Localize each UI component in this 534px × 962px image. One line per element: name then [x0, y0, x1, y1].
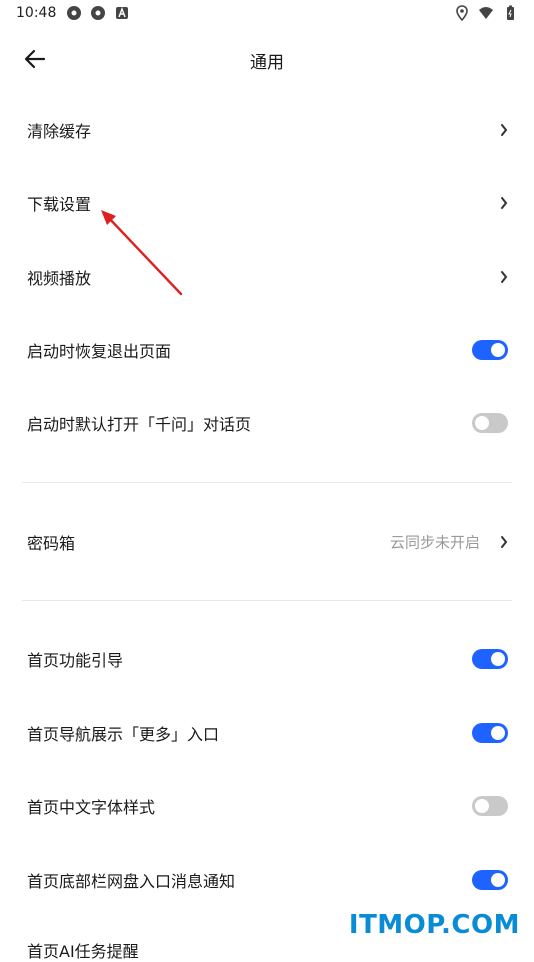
row-label: 首页导航展示「更多」入口	[27, 724, 220, 744]
settings-row-home-feature-guide: 首页功能引导	[0, 622, 534, 695]
row-label: 下载设置	[27, 194, 92, 214]
settings-row-partial-label: 首页AI任务提醒	[27, 942, 139, 961]
page-title: 通用	[250, 53, 284, 73]
toggle-knob	[491, 342, 505, 357]
section-divider	[22, 482, 512, 483]
toggle-switch[interactable]	[472, 722, 508, 743]
toggle-switch[interactable]	[472, 339, 508, 360]
toggle-switch[interactable]	[472, 648, 508, 669]
toggle-switch[interactable]	[472, 412, 508, 433]
toggle-knob	[475, 415, 489, 430]
row-label: 密码箱	[27, 533, 76, 553]
battery-icon	[507, 5, 514, 20]
status-time: 10:48	[16, 5, 57, 21]
settings-row-video-playback[interactable]: 视频播放	[0, 240, 534, 313]
settings-row-cloud-drive-notification: 首页底部栏网盘入口消息通知	[0, 843, 534, 916]
row-label: 视频播放	[27, 268, 92, 288]
toggle-switch[interactable]	[472, 869, 508, 890]
chevron-right-icon	[501, 270, 508, 283]
settings-row-open-qianwen-on-launch: 启动时默认打开「千问」对话页	[0, 386, 534, 459]
row-label: 启动时默认打开「千问」对话页	[27, 414, 252, 434]
settings-row-password-vault[interactable]: 密码箱 云同步未开启	[0, 505, 534, 578]
settings-row-restore-on-launch: 启动时恢复退出页面	[0, 313, 534, 386]
android-status-icon	[91, 6, 105, 20]
status-bar: 10:48	[0, 0, 534, 30]
row-label: 首页功能引导	[27, 650, 124, 670]
status-icons-right	[454, 5, 518, 21]
chevron-right-icon	[501, 123, 508, 136]
watermark-logo: ITMOP.COM	[348, 910, 520, 940]
settings-row-download-settings[interactable]: 下载设置	[0, 166, 534, 239]
settings-row-clear-cache[interactable]: 清除缓存	[0, 93, 534, 166]
settings-row-home-font-style: 首页中文字体样式	[0, 769, 534, 842]
toggle-knob	[491, 725, 505, 740]
toggle-knob	[475, 798, 489, 813]
toggle-knob	[491, 872, 505, 887]
settings-row-home-more-entry: 首页导航展示「更多」入口	[0, 696, 534, 769]
android-status-icon	[67, 6, 81, 20]
toggle-knob	[491, 651, 505, 666]
wifi-icon	[479, 7, 493, 19]
header: 通用	[0, 30, 534, 88]
row-value: 云同步未开启	[389, 533, 480, 551]
a-notification-icon	[116, 7, 128, 19]
section-divider	[22, 600, 512, 601]
chevron-right-icon	[501, 535, 508, 548]
chevron-right-icon	[501, 196, 508, 209]
row-label: 清除缓存	[27, 121, 92, 141]
row-label: 首页中文字体样式	[27, 797, 156, 817]
row-label: 首页底部栏网盘入口消息通知	[27, 871, 236, 891]
row-label: 启动时恢复退出页面	[27, 341, 172, 361]
status-icons-left	[66, 5, 130, 21]
toggle-switch[interactable]	[472, 795, 508, 816]
location-icon	[456, 5, 468, 21]
